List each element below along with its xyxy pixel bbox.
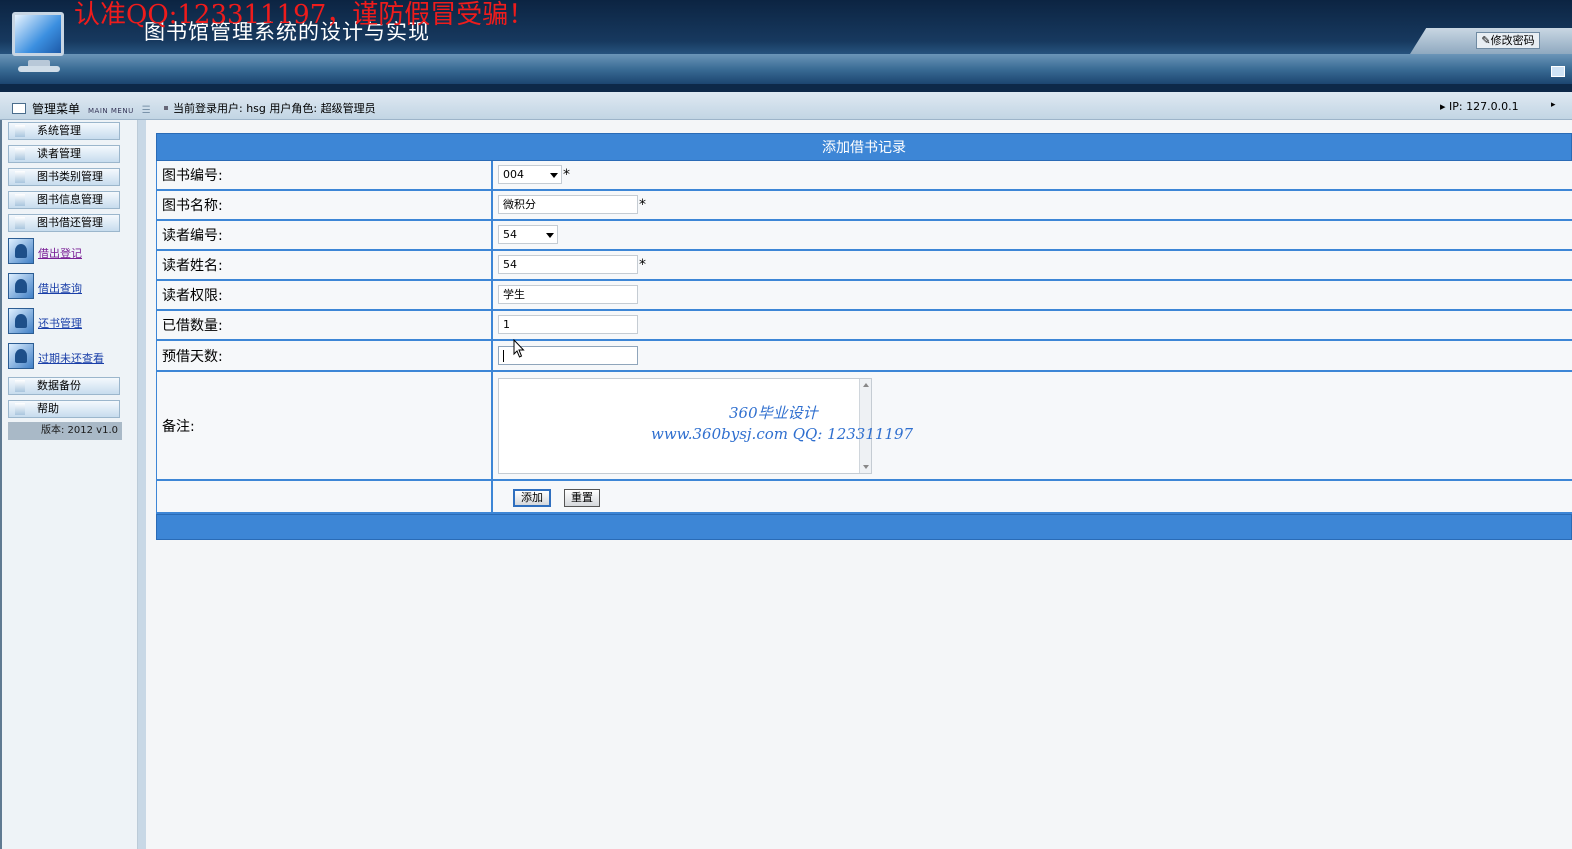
empty-label-cell (157, 481, 493, 512)
reader-no-value: 54 (503, 228, 517, 241)
field-value-cell: 54 * (493, 251, 1572, 279)
field-label: 图书名称: (157, 191, 493, 219)
arrow-right-icon[interactable]: ▸ (1551, 100, 1556, 110)
form-row-book-no: 图书编号: 004 * (156, 161, 1572, 191)
sidebar-link-label[interactable]: 过期未还查看 (38, 350, 104, 366)
sidebar-item-backup[interactable]: 数据备份 (8, 377, 120, 395)
sidebar-link-label[interactable]: 借出查询 (38, 280, 82, 296)
field-value-cell: 学生 (493, 281, 1572, 309)
field-label: 读者编号: (157, 221, 493, 249)
reset-button[interactable]: 重置 (564, 489, 600, 507)
version-label: 版本: 2012 v1.0 (8, 422, 122, 440)
user-icon (8, 273, 34, 299)
menu-title-en: MAIN MENU (88, 107, 134, 115)
header-band-dark (0, 84, 1572, 92)
scroll-down-icon (863, 465, 869, 469)
watermark-line1: 360毕业设计 (729, 404, 818, 422)
field-value-cell: 360毕业设计 www.360bysj.com QQ: 123311197 (493, 372, 1572, 479)
field-label: 备注: (157, 372, 493, 479)
field-value-cell: 54 (493, 221, 1572, 249)
user-icon (8, 343, 34, 369)
sidebar-link-label[interactable]: 借出登记 (38, 245, 82, 261)
book-no-value: 004 (503, 168, 524, 181)
sidebar-item-system[interactable]: 系统管理 (8, 122, 120, 140)
field-label: 读者姓名: (157, 251, 493, 279)
book-no-select[interactable]: 004 (498, 165, 562, 184)
chevron-down-icon (550, 173, 558, 178)
sidebar-item-borrow-return[interactable]: 图书借还管理 (8, 214, 120, 232)
add-button[interactable]: 添加 (513, 489, 551, 507)
menu-lines-icon: ☰ (141, 105, 151, 116)
form-row-reader-no: 读者编号: 54 (156, 221, 1572, 251)
change-password-label: 修改密码 (1490, 34, 1535, 47)
user-icon (8, 238, 34, 264)
user-icon (8, 308, 34, 334)
book-name-input[interactable]: 微积分 (498, 195, 638, 214)
reader-name-input[interactable]: 54 (498, 255, 638, 274)
field-value-cell: 微积分 * (493, 191, 1572, 219)
text-caret (503, 350, 504, 362)
reader-no-select[interactable]: 54 (498, 225, 558, 244)
borrowed-count-input[interactable]: 1 (498, 315, 638, 334)
form-footer-bar (156, 514, 1572, 540)
form-row-actions: 添加 重置 (156, 481, 1572, 514)
form-title: 添加借书记录 (156, 133, 1572, 161)
actions-cell: 添加 重置 (493, 481, 1572, 512)
field-label: 预借天数: (157, 341, 493, 370)
form-row-borrowed-count: 已借数量: 1 (156, 311, 1572, 341)
sidebar-item-help[interactable]: 帮助 (8, 400, 120, 418)
field-value-cell (493, 341, 1572, 370)
reader-role-input[interactable]: 学生 (498, 285, 638, 304)
field-label: 已借数量: (157, 311, 493, 339)
field-value-cell: 004 * (493, 161, 1572, 189)
user-text: 当前登录用户: hsg 用户角色: 超级管理员 (173, 102, 376, 115)
form-row-remark: 备注: 360毕业设计 www.360bysj.com QQ: 12331119… (156, 372, 1572, 481)
required-mark: * (639, 257, 646, 273)
app-header: 图书馆管理系统的设计与实现 认准QQ:123311197，谨防假冒受骗！ ✎修改… (0, 0, 1572, 92)
menu-header: 管理菜单 MAIN MENU ☰ (12, 100, 151, 117)
ip-text: IP: 127.0.0.1 (1449, 100, 1519, 113)
computer-logo-icon (6, 4, 68, 76)
mouse-pointer-icon (513, 339, 525, 358)
scroll-up-icon (863, 383, 869, 387)
bullet-icon (164, 106, 168, 110)
status-bar: 管理菜单 MAIN MENU ☰ 当前登录用户: hsg 用户角色: 超级管理员 ▸… (0, 92, 1572, 120)
current-user-info: 当前登录用户: hsg 用户角色: 超级管理员 (164, 100, 376, 116)
sidebar-item-book-category[interactable]: 图书类别管理 (8, 168, 120, 186)
change-password-button[interactable]: ✎修改密码 (1476, 32, 1540, 49)
sidebar-item-readers[interactable]: 读者管理 (8, 145, 120, 163)
sidebar-link-label[interactable]: 还书管理 (38, 315, 82, 331)
form-row-book-name: 图书名称: 微积分 * (156, 191, 1572, 221)
field-label: 读者权限: (157, 281, 493, 309)
required-mark: * (639, 197, 646, 213)
menu-panel-icon (12, 103, 26, 114)
field-label: 图书编号: (157, 161, 493, 189)
warning-banner: 认准QQ:123311197，谨防假冒受骗！ (74, 0, 535, 30)
form-row-reader-name: 读者姓名: 54 * (156, 251, 1572, 281)
field-value-cell: 1 (493, 311, 1572, 339)
monitor-icon[interactable] (1551, 66, 1565, 77)
sidebar-item-book-info[interactable]: 图书信息管理 (8, 191, 120, 209)
watermark-line2: www.360bysj.com QQ: 123311197 (651, 425, 914, 443)
chevron-down-icon (546, 233, 554, 238)
sidebar: 系统管理 读者管理 图书类别管理 图书信息管理 图书借还管理 借出登记 借出查询… (0, 120, 138, 849)
form-row-days: 预借天数: (156, 341, 1572, 372)
header-band (0, 54, 1572, 84)
required-mark: * (563, 167, 570, 183)
sidebar-splitter[interactable] (138, 120, 146, 849)
borrow-form: 添加借书记录 图书编号: 004 * 图书名称: 微积分 * 读者编号: 54 … (156, 133, 1572, 540)
form-row-reader-role: 读者权限: 学生 (156, 281, 1572, 311)
ip-info: ▸ IP: 127.0.0.1 (1440, 100, 1519, 113)
menu-title: 管理菜单 (32, 102, 81, 116)
